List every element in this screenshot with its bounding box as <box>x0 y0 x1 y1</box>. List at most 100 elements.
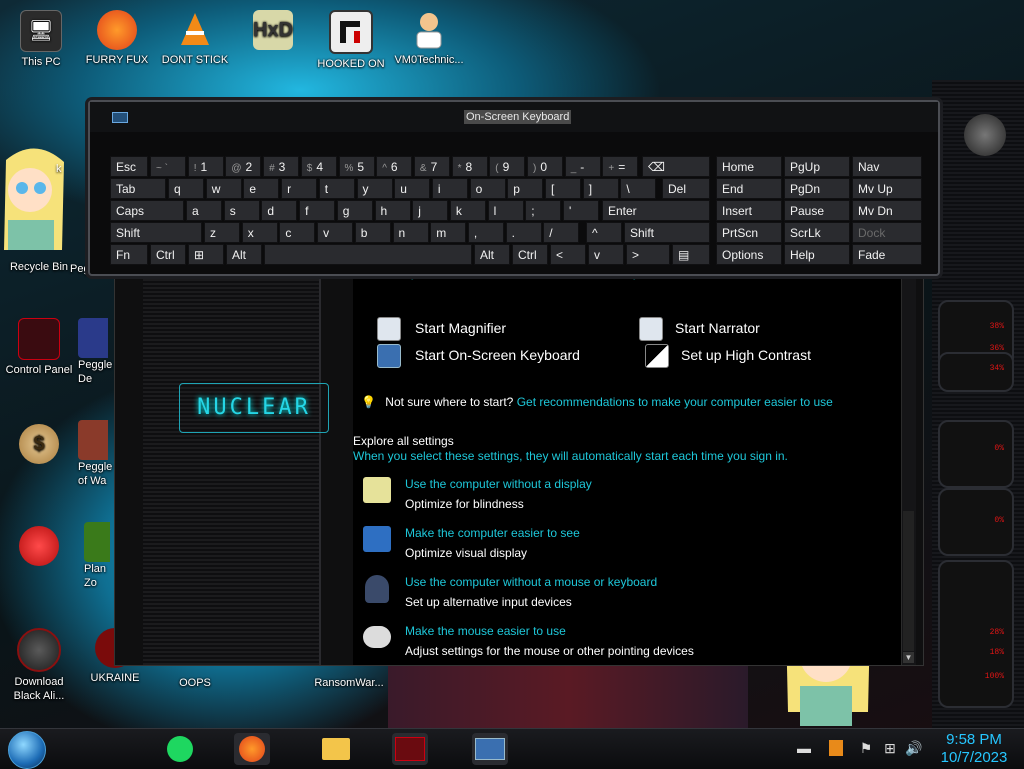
key-row2-3[interactable]: r <box>281 178 318 199</box>
key-left-arrow[interactable]: < <box>550 244 586 265</box>
key-row3-4[interactable]: g <box>336 200 373 221</box>
key-row4-2[interactable]: c <box>279 222 316 243</box>
desktop-icon-plants-zombies[interactable]: Plan Zo <box>84 522 114 590</box>
key-insert[interactable]: Insert <box>716 200 782 221</box>
key-home[interactable]: Home <box>716 156 782 177</box>
key-row4-0[interactable]: z <box>204 222 240 243</box>
volume-icon[interactable]: 🔊 <box>904 737 924 759</box>
key-ctrl-left[interactable]: Ctrl <box>150 244 186 265</box>
key-row2-8[interactable]: o <box>469 178 506 199</box>
key-row4-9[interactable]: / <box>543 222 580 243</box>
key-scrlk[interactable]: ScrLk <box>784 222 850 243</box>
key-fn[interactable]: Fn <box>110 244 148 265</box>
key-row1-9[interactable]: (9 <box>489 156 526 177</box>
desktop-icon-furry-fux[interactable]: FURRY FUX <box>78 10 156 67</box>
taskbar-file-explorer[interactable] <box>318 733 354 765</box>
key-row2-5[interactable]: y <box>356 178 393 199</box>
key-row3-2[interactable]: d <box>261 200 298 221</box>
key-row2-11[interactable]: ] <box>582 178 619 199</box>
key-row4-1[interactable]: x <box>241 222 278 243</box>
key-row3-10[interactable]: ' <box>563 200 599 221</box>
key-row2-2[interactable]: e <box>243 178 280 199</box>
key-row3-9[interactable]: ; <box>525 200 562 221</box>
key-mvdn[interactable]: Mv Dn <box>852 200 922 221</box>
desktop-icon-peggle-2[interactable]: Peggle De <box>78 318 114 386</box>
clock[interactable]: 9:58 PM 10/7/2023 <box>934 731 1014 767</box>
desktop-icon-hooked-on[interactable]: HOOKED ON <box>312 10 390 71</box>
key-row3-1[interactable]: s <box>223 200 260 221</box>
desktop-icon-red-creature[interactable] <box>0 526 78 569</box>
desktop-icon-this-pc[interactable]: 🖥 This PC <box>2 10 80 69</box>
scroll-down-arrow-icon[interactable]: ▼ <box>903 652 914 663</box>
key-row4-4[interactable]: b <box>354 222 391 243</box>
key-row2-4[interactable]: t <box>318 178 355 199</box>
key-row2-0[interactable]: q <box>168 178 204 199</box>
key-row2-12[interactable]: \ <box>620 178 657 199</box>
key-row4-3[interactable]: v <box>317 222 354 243</box>
key-row4-7[interactable]: , <box>467 222 504 243</box>
taskbar-on-screen-keyboard[interactable] <box>472 733 508 765</box>
key-menu[interactable]: ▤ <box>672 244 710 265</box>
key-alt-right[interactable]: Alt <box>474 244 510 265</box>
taskbar-firefox[interactable] <box>234 733 270 765</box>
tray-app-icon[interactable] <box>826 737 846 759</box>
key-row4-5[interactable]: n <box>392 222 429 243</box>
key-mvup[interactable]: Mv Up <box>852 178 922 199</box>
desktop-icon-oops[interactable]: OOPS <box>156 676 234 690</box>
desktop-icon-vm0technic[interactable]: VM0Technic... <box>390 10 468 67</box>
key-pgup[interactable]: PgUp <box>784 156 850 177</box>
key-nav[interactable]: Nav <box>852 156 922 177</box>
key-row3-0[interactable]: a <box>186 200 222 221</box>
key-options[interactable]: Options <box>716 244 782 265</box>
key-row1-1[interactable]: ! 1 <box>187 156 224 177</box>
key-row1-11[interactable]: _ - <box>564 156 601 177</box>
key-row1-2[interactable]: @2 <box>225 156 262 177</box>
desktop-icon-money-bag[interactable]: $ <box>0 424 78 467</box>
key-row2-1[interactable]: w <box>205 178 242 199</box>
key-shift-right[interactable]: Shift <box>624 222 710 243</box>
key-windows[interactable]: ⊞ <box>188 244 224 265</box>
osk-titlebar[interactable]: On-Screen Keyboard <box>90 102 938 132</box>
key-row3-6[interactable]: j <box>412 200 449 221</box>
key-row1-3[interactable]: #3 <box>263 156 300 177</box>
key-row1-0[interactable]: ~ ` <box>150 156 186 177</box>
desktop-icon-control-panel[interactable]: Control Panel <box>0 318 78 377</box>
key-fade[interactable]: Fade <box>852 244 922 265</box>
key-row3-8[interactable]: l <box>487 200 524 221</box>
key-end[interactable]: End <box>716 178 782 199</box>
key-tab[interactable]: Tab <box>110 178 166 199</box>
taskbar-control-panel[interactable] <box>392 733 428 765</box>
key-row3-7[interactable]: k <box>449 200 486 221</box>
key-down-arrow[interactable]: v <box>588 244 624 265</box>
key-help[interactable]: Help <box>784 244 850 265</box>
key-backspace[interactable]: ⌫ <box>642 156 710 177</box>
key-dock[interactable]: Dock <box>852 222 922 243</box>
desktop-icon-peggle-3[interactable]: Peggle of Wa <box>78 420 114 488</box>
key-row3-3[interactable]: f <box>299 200 336 221</box>
key-prtscn[interactable]: PrtScn <box>716 222 782 243</box>
desktop-icon-editor[interactable]: HxD <box>234 10 312 53</box>
key-row2-7[interactable]: i <box>431 178 468 199</box>
key-del[interactable]: Del <box>662 178 710 199</box>
network-icon[interactable]: ⊞ <box>880 737 900 759</box>
key-row1-4[interactable]: $4 <box>300 156 337 177</box>
key-ctrl-right[interactable]: Ctrl <box>512 244 548 265</box>
key-enter[interactable]: Enter <box>602 200 710 221</box>
key-row3-5[interactable]: h <box>374 200 411 221</box>
key-row1-8[interactable]: * 8 <box>451 156 488 177</box>
key-right-arrow[interactable]: > <box>626 244 670 265</box>
key-row2-9[interactable]: p <box>507 178 544 199</box>
taskbar-spotify[interactable] <box>162 733 198 765</box>
key-alt-left[interactable]: Alt <box>226 244 262 265</box>
key-row2-6[interactable]: u <box>394 178 431 199</box>
vertical-scrollbar[interactable]: ▼ <box>901 271 916 665</box>
desktop-icon-ransomware[interactable]: RansomWar... <box>310 676 388 690</box>
notification-chevron-icon[interactable]: ▬ <box>794 737 814 759</box>
key-up-arrow[interactable]: ^ <box>586 222 622 243</box>
key-row1-7[interactable]: & 7 <box>413 156 450 177</box>
key-space[interactable] <box>264 244 472 265</box>
get-recommendations-link[interactable]: Get recommendations to make your compute… <box>517 395 833 409</box>
key-pause[interactable]: Pause <box>784 200 850 221</box>
key-row1-6[interactable]: ^ 6 <box>376 156 413 177</box>
desktop-icon-dont-stick[interactable]: DONT STICK <box>156 10 234 67</box>
